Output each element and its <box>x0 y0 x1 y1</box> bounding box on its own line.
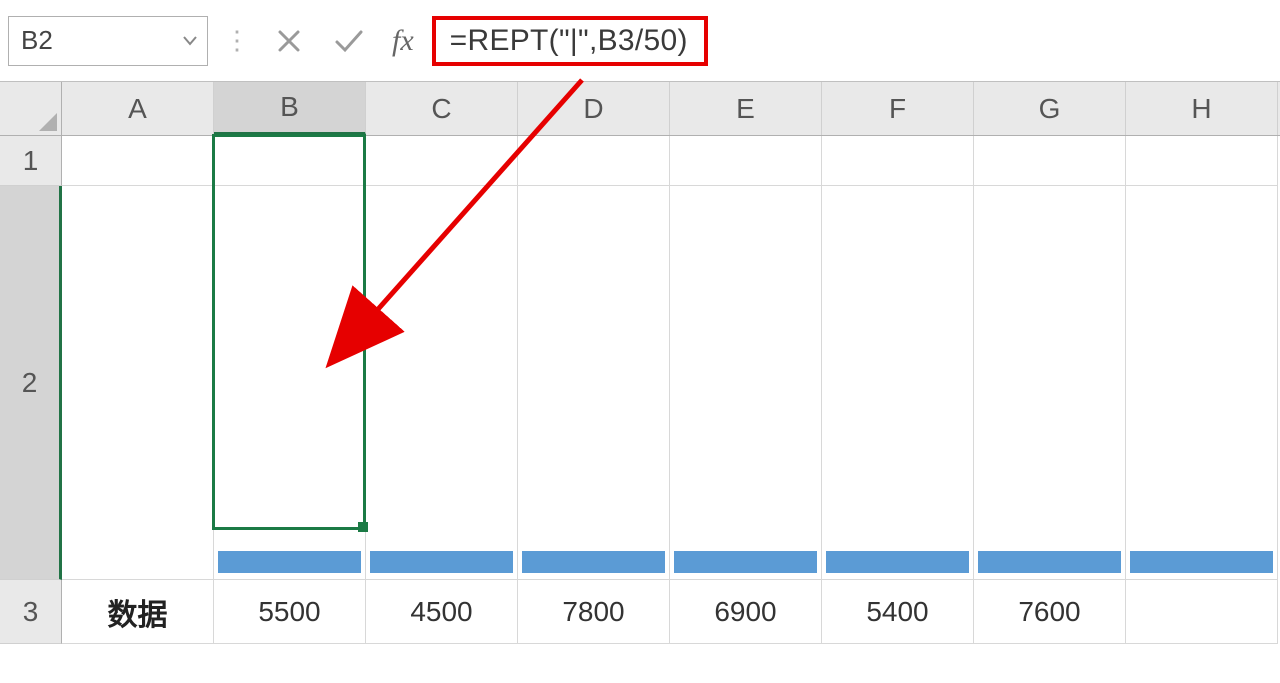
row-header-2[interactable]: 2 <box>0 186 62 580</box>
column-header-E[interactable]: E <box>670 82 822 135</box>
cell-F1[interactable] <box>822 136 974 186</box>
cell-G1[interactable] <box>974 136 1126 186</box>
column-header-C[interactable]: C <box>366 82 518 135</box>
name-box[interactable]: B2 <box>8 16 208 66</box>
name-box-value: B2 <box>21 25 53 56</box>
cell-H3[interactable] <box>1126 580 1278 644</box>
row-3: 3 数据 5500 4500 7800 6900 5400 7600 <box>0 580 1280 644</box>
cell-A1[interactable] <box>62 136 214 186</box>
bar-D2 <box>522 551 665 573</box>
cell-C1[interactable] <box>366 136 518 186</box>
column-header-A[interactable]: A <box>62 82 214 135</box>
cell-H2[interactable] <box>1126 186 1278 580</box>
row-header-3[interactable]: 3 <box>0 580 62 644</box>
cell-H1[interactable] <box>1126 136 1278 186</box>
cell-B3[interactable]: 5500 <box>214 580 366 644</box>
cell-A3[interactable]: 数据 <box>62 580 214 644</box>
cancel-icon[interactable] <box>264 16 314 66</box>
cell-A2[interactable] <box>62 186 214 580</box>
bar-F2 <box>826 551 969 573</box>
cell-D2[interactable] <box>518 186 670 580</box>
cell-E1[interactable] <box>670 136 822 186</box>
cell-C3[interactable]: 4500 <box>366 580 518 644</box>
row-2: 2 <box>0 186 1280 580</box>
cell-F2[interactable] <box>822 186 974 580</box>
cell-B2[interactable] <box>214 186 366 580</box>
bar-B2 <box>218 551 361 573</box>
column-header-B[interactable]: B <box>214 82 366 135</box>
bar-H2 <box>1130 551 1273 573</box>
cell-D1[interactable] <box>518 136 670 186</box>
select-all-corner[interactable] <box>0 82 62 135</box>
column-header-H[interactable]: H <box>1126 82 1278 135</box>
column-header-G[interactable]: G <box>974 82 1126 135</box>
cell-G3[interactable]: 7600 <box>974 580 1126 644</box>
cell-F3[interactable]: 5400 <box>822 580 974 644</box>
row-1: 1 <box>0 136 1280 186</box>
cell-G2[interactable] <box>974 186 1126 580</box>
formula-bar-empty-area[interactable] <box>718 16 1272 66</box>
confirm-icon[interactable] <box>324 16 374 66</box>
cell-E3[interactable]: 6900 <box>670 580 822 644</box>
cell-D3[interactable]: 7800 <box>518 580 670 644</box>
divider-icon: ⋮ <box>218 25 254 56</box>
formula-bar: B2 ⋮ fx =REPT("|",B3/50) <box>0 0 1280 82</box>
formula-text: =REPT("|",B3/50) <box>450 24 688 57</box>
formula-input[interactable]: =REPT("|",B3/50) <box>432 16 708 66</box>
spreadsheet-grid: A B C D E F G H 1 2 3 数据 5500 4500 <box>0 82 1280 644</box>
chevron-down-icon[interactable] <box>183 36 197 46</box>
bar-G2 <box>978 551 1121 573</box>
bar-C2 <box>370 551 513 573</box>
bar-E2 <box>674 551 817 573</box>
fx-icon[interactable]: fx <box>384 24 422 58</box>
cell-E2[interactable] <box>670 186 822 580</box>
cell-B1[interactable] <box>214 136 366 186</box>
cell-C2[interactable] <box>366 186 518 580</box>
row-header-1[interactable]: 1 <box>0 136 62 186</box>
column-header-D[interactable]: D <box>518 82 670 135</box>
column-header-row: A B C D E F G H <box>0 82 1280 136</box>
column-header-F[interactable]: F <box>822 82 974 135</box>
